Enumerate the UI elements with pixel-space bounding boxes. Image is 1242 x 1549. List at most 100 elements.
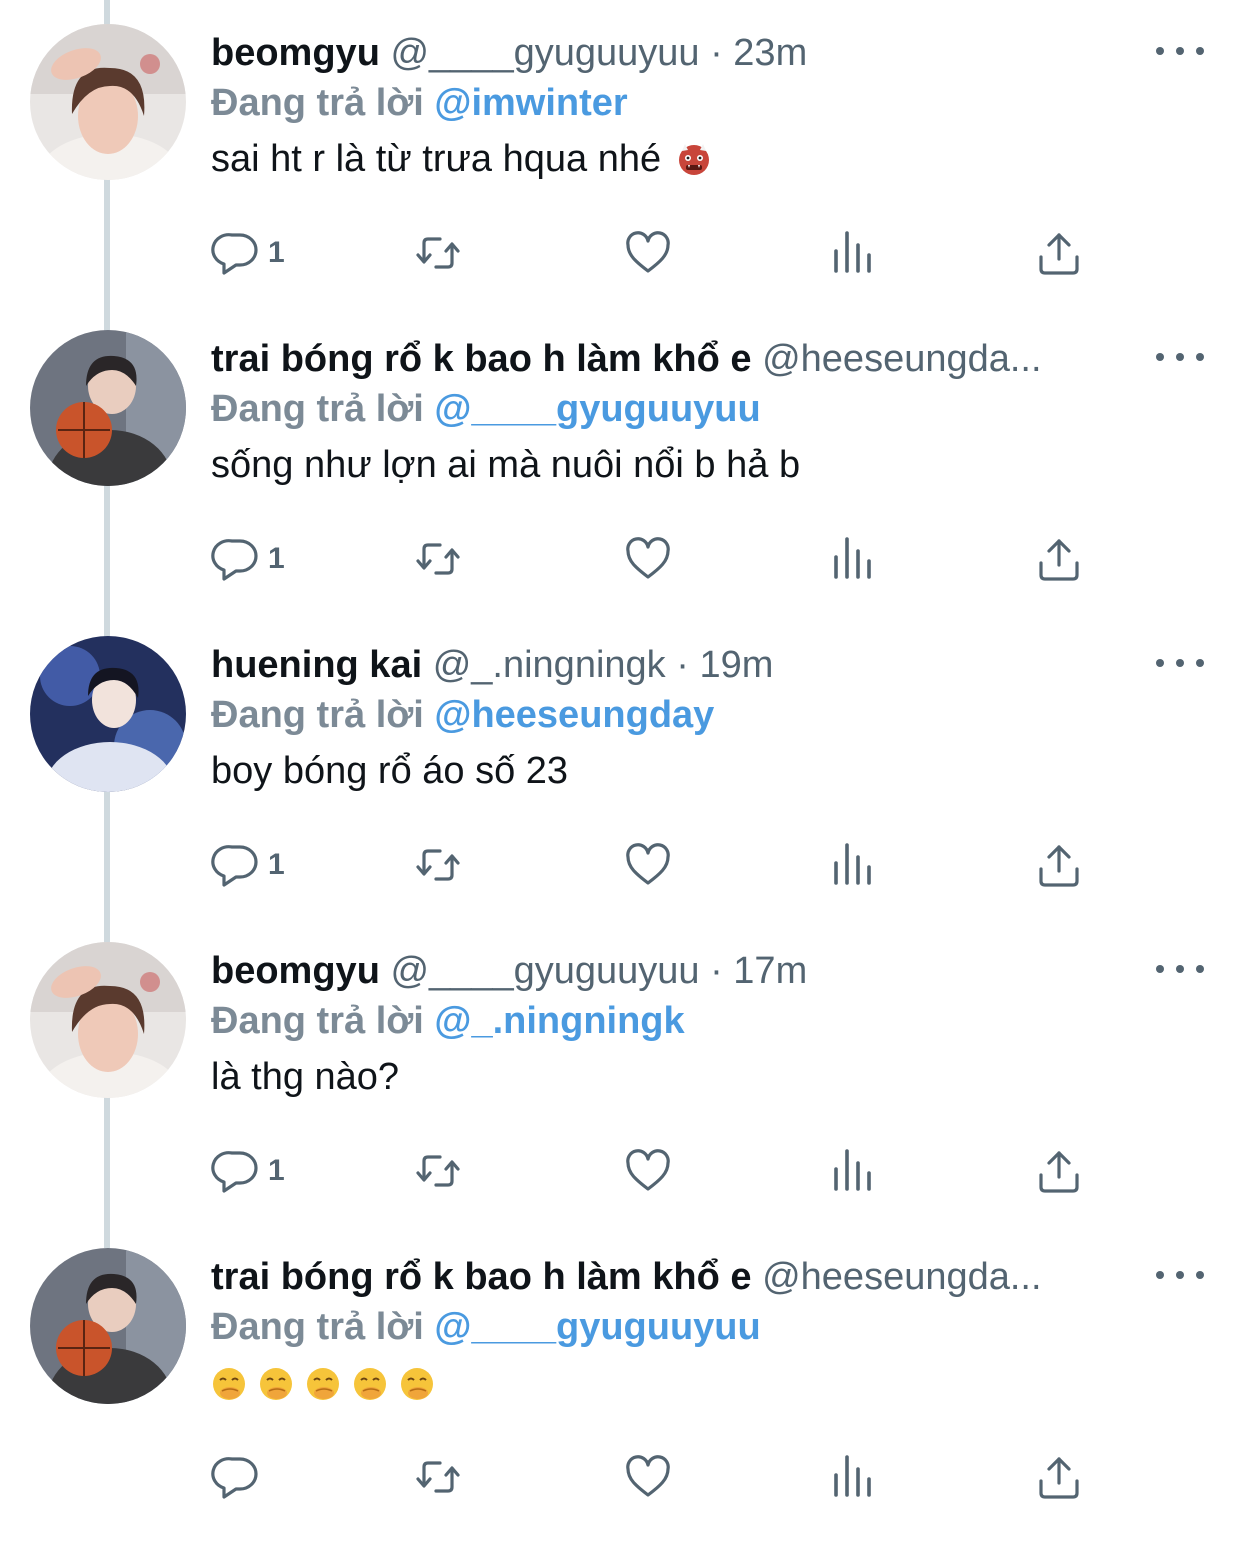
share-button[interactable] — [1033, 227, 1097, 279]
beomgyu-avatar[interactable] — [30, 942, 186, 1098]
share-button[interactable] — [1033, 1145, 1097, 1197]
like-button[interactable] — [622, 533, 686, 585]
retweet-icon — [412, 533, 476, 585]
basketball-avatar[interactable] — [30, 1248, 186, 1404]
share-icon — [1033, 227, 1097, 279]
views-button[interactable] — [826, 839, 890, 891]
tweet-text: sai ht r là từ trưa hqua nhé — [211, 136, 712, 182]
display-name[interactable]: beomgyu — [211, 32, 380, 74]
reply-button[interactable] — [210, 533, 274, 585]
retweet-button[interactable] — [412, 839, 476, 891]
like-icon — [622, 1451, 686, 1503]
views-icon — [826, 839, 890, 891]
replying-to-label: Đang trả lời — [211, 82, 424, 124]
share-icon — [1033, 839, 1097, 891]
tweet-header: trai bóng rổ k bao h làm khổ e @heeseung… — [211, 336, 1151, 382]
hand-over-mouth-emoji — [352, 1366, 388, 1402]
reply-icon — [210, 839, 274, 891]
display-name[interactable]: trai bóng rổ k bao h làm khổ e — [211, 338, 752, 380]
replying-to-label: Đang trả lời — [211, 1000, 424, 1042]
replying-to: Đang trả lời @____gyuguuyuu — [211, 1304, 761, 1350]
retweet-button[interactable] — [412, 533, 476, 585]
display-name[interactable]: beomgyu — [211, 950, 380, 992]
reply-button[interactable] — [210, 839, 274, 891]
tweet[interactable]: beomgyu @____gyuguuyuu · 17m Đang trả lời… — [0, 918, 1242, 1224]
more-options-icon[interactable] — [1156, 1258, 1204, 1292]
views-button[interactable] — [826, 1145, 890, 1197]
tweet-text: boy bóng rổ áo số 23 — [211, 748, 568, 794]
share-button[interactable] — [1033, 839, 1097, 891]
handle[interactable]: @_.ningningk — [433, 644, 666, 686]
beomgyu-avatar[interactable] — [30, 24, 186, 180]
hand-over-mouth-emoji — [211, 1366, 247, 1402]
reply-icon — [210, 1451, 274, 1503]
basketball-avatar[interactable] — [30, 330, 186, 486]
views-button[interactable] — [826, 533, 890, 585]
emoji-row — [211, 1366, 435, 1402]
reply-button[interactable] — [210, 227, 274, 279]
hueningkai-avatar[interactable] — [30, 636, 186, 792]
tweet[interactable]: trai bóng rổ k bao h làm khổ e @heeseung… — [0, 306, 1242, 612]
reply-count: 1 — [268, 236, 285, 269]
like-icon — [622, 227, 686, 279]
share-icon — [1033, 1451, 1097, 1503]
like-button[interactable] — [622, 839, 686, 891]
more-options-icon[interactable] — [1156, 646, 1204, 680]
handle[interactable]: @____gyuguuyuu — [390, 32, 699, 74]
retweet-button[interactable] — [412, 1145, 476, 1197]
views-icon — [826, 1451, 890, 1503]
more-options-icon[interactable] — [1156, 952, 1204, 986]
more-options-icon[interactable] — [1156, 340, 1204, 374]
display-name[interactable]: trai bóng rổ k bao h làm khổ e — [211, 1256, 752, 1298]
mention-link[interactable]: @____gyuguuyuu — [434, 1306, 760, 1348]
reply-icon — [210, 1145, 274, 1197]
mention-link[interactable]: @_.ningningk — [434, 1000, 684, 1042]
handle[interactable]: @heeseungda... — [762, 338, 1041, 380]
ogre-emoji — [676, 141, 712, 177]
tweet-text-content: boy bóng rổ áo số 23 — [211, 750, 569, 792]
tweet-header: trai bóng rổ k bao h làm khổ e @heeseung… — [211, 1254, 1151, 1300]
like-icon — [622, 1145, 686, 1197]
timestamp[interactable]: 19m — [699, 644, 773, 686]
views-icon — [826, 533, 890, 585]
reply-button[interactable] — [210, 1145, 274, 1197]
retweet-button[interactable] — [412, 1451, 476, 1503]
like-button[interactable] — [622, 1145, 686, 1197]
reply-count: 1 — [268, 542, 285, 575]
views-button[interactable] — [826, 227, 890, 279]
share-button[interactable] — [1033, 533, 1097, 585]
like-button[interactable] — [622, 1451, 686, 1503]
handle[interactable]: @____gyuguuyuu — [390, 950, 699, 992]
tweet[interactable]: huening kai @_.ningningk · 19m Đang trả l… — [0, 612, 1242, 918]
timestamp[interactable]: 23m — [733, 32, 807, 74]
reply-count: 1 — [268, 1154, 285, 1187]
mention-link[interactable]: @____gyuguuyuu — [434, 388, 760, 430]
reply-count: 1 — [268, 848, 285, 881]
tweet[interactable]: beomgyu @____gyuguuyuu · 23m Đang trả lời… — [0, 0, 1242, 306]
meta-separator: · — [710, 950, 723, 992]
like-button[interactable] — [622, 227, 686, 279]
handle[interactable]: @heeseungda... — [762, 1256, 1041, 1298]
reply-button[interactable] — [210, 1451, 274, 1503]
meta-separator: · — [710, 32, 723, 74]
tweet-header: beomgyu @____gyuguuyuu · 23m — [211, 30, 1151, 76]
reply-thread: beomgyu @____gyuguuyuu · 23m Đang trả lời… — [0, 0, 1242, 1549]
display-name[interactable]: huening kai — [211, 644, 422, 686]
more-options-icon[interactable] — [1156, 34, 1204, 68]
tweet[interactable]: trai bóng rổ k bao h làm khổ e @heeseung… — [0, 1224, 1242, 1530]
tweet-text: sống như lợn ai mà nuôi nổi b hả b — [211, 442, 800, 488]
replying-to: Đang trả lời @imwinter — [211, 80, 628, 126]
share-icon — [1033, 1145, 1097, 1197]
tweet-text-content: sống như lợn ai mà nuôi nổi b hả b — [211, 444, 801, 486]
mention-link[interactable]: @imwinter — [434, 82, 627, 124]
share-icon — [1033, 533, 1097, 585]
mention-link[interactable]: @heeseungday — [434, 694, 714, 736]
retweet-icon — [412, 1145, 476, 1197]
retweet-button[interactable] — [412, 227, 476, 279]
views-button[interactable] — [826, 1451, 890, 1503]
share-button[interactable] — [1033, 1451, 1097, 1503]
tweet-text-content: là thg nào? — [211, 1056, 400, 1098]
replying-to: Đang trả lời @____gyuguuyuu — [211, 386, 761, 432]
tweet-header: beomgyu @____gyuguuyuu · 17m — [211, 948, 1151, 994]
timestamp[interactable]: 17m — [733, 950, 807, 992]
